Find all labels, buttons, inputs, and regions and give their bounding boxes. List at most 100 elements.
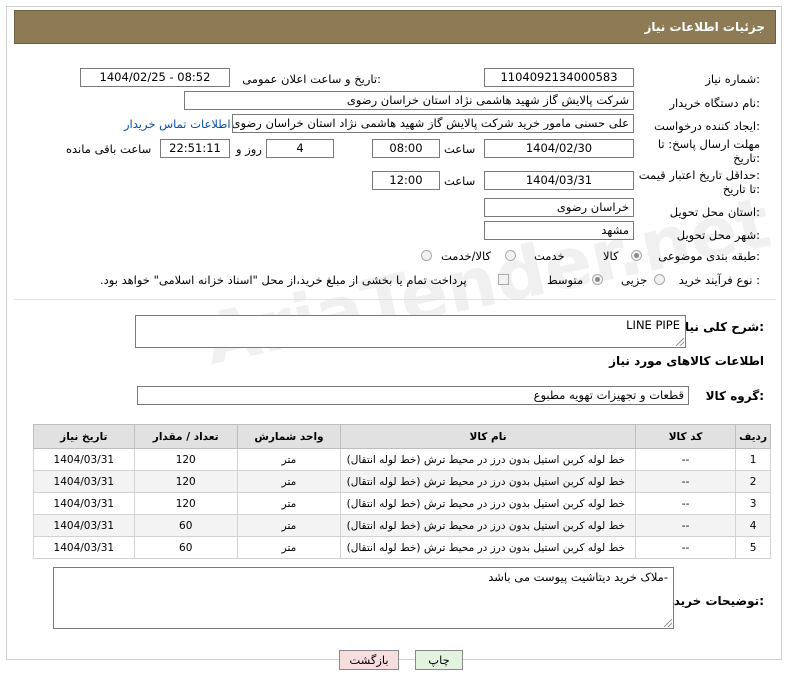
reply-deadline-label: مهلت ارسال پاسخ: تا [657,137,760,151]
item-name: خط لوله کربن استیل بدون درز در محیط ترش … [340,470,637,493]
row-number: 1 [735,448,771,471]
buyer-org-field: شرکت پالایش گاز شهید هاشمی نژاد استان خر… [184,91,634,110]
price-validity-time-field: 12:00 [372,171,440,190]
general-description-text: LINE PIPE [626,318,680,332]
item-need-date: 1404/03/31 [33,470,135,493]
divider [14,299,776,300]
item-name: خط لوله کربن استیل بدون درز در محیط ترش … [340,536,637,559]
row-number: 3 [735,492,771,515]
row-number: 5 [735,536,771,559]
item-name: خط لوله کربن استیل بدون درز در محیط ترش … [340,514,637,537]
price-validity-time-label: ساعت [444,174,476,188]
col-header-need-date: تاریخ نیاز [33,424,135,449]
days-label: روز و [236,142,262,156]
purchase-process-label: نوع فرآیند خرید : [678,273,760,287]
delivery-city-label: شهر محل تحویل: [676,228,760,242]
col-header-item-code: کد کالا [635,424,737,449]
item-need-date: 1404/03/31 [33,492,135,515]
reply-date-field: 1404/02/30 [484,139,634,158]
process-minor-label: جزیی [621,273,648,287]
process-minor-radio[interactable] [654,274,665,285]
category-goods-service-radio[interactable] [421,250,432,261]
category-goods-label: کالا [603,249,619,263]
general-description-label: شرح کلی نیاز: [678,320,764,334]
general-description-field[interactable]: LINE PIPE [135,315,686,348]
item-unit: متر [236,470,342,493]
row-number: 4 [735,514,771,537]
table-row: 5 -- خط لوله کربن استیل بدون درز در محیط… [33,536,771,559]
item-unit: متر [236,448,342,471]
announce-datetime-label: تاریخ و ساعت اعلان عمومی: [242,72,381,86]
item-code: -- [635,536,737,559]
delivery-province-label: استان محل تحویل: [669,205,760,219]
need-number-field: 1104092134000583 [484,68,634,87]
goods-table: ردیف کد کالا نام کالا واحد شمارش تعداد /… [33,424,771,559]
table-row: 1 -- خط لوله کربن استیل بدون درز در محیط… [33,448,771,471]
category-goods-radio[interactable] [631,250,642,261]
treasury-bonds-checkbox[interactable] [498,274,509,285]
delivery-city-field: مشهد [484,221,634,240]
reply-time-label: ساعت [444,142,476,156]
process-medium-radio[interactable] [592,274,603,285]
page-title: جزئیات اطلاعات نیاز [644,20,765,34]
item-need-date: 1404/03/31 [33,514,135,537]
item-unit: متر [236,514,342,537]
col-header-unit: واحد شمارش [236,424,342,449]
buyer-notes-text: -ملاک خرید دیتاشیت پیوست می باشد [488,570,668,584]
requester-field: علی حسنی مامور خرید شرکت پالایش گاز شهید… [232,114,634,133]
treasury-bonds-note: پرداخت تمام یا بخشی از مبلغ خرید،از محل … [100,273,467,287]
category-label: طبقه بندی موضوعی: [658,249,760,263]
item-need-date: 1404/03/31 [33,448,135,471]
item-unit: متر [236,492,342,515]
price-validity-date-field: 1404/03/31 [484,171,634,190]
category-goods-service-label: کالا/خدمت [441,249,492,263]
table-row: 3 -- خط لوله کربن استیل بدون درز در محیط… [33,492,771,515]
buyer-contact-link[interactable]: اطلاعات تماس خریدار [124,117,231,131]
item-name: خط لوله کربن استیل بدون درز در محیط ترش … [340,448,637,471]
resize-handle-icon[interactable] [664,619,672,627]
announce-datetime-field: 1404/02/25 - 08:52 [80,68,230,87]
days-remaining-field: 4 [266,139,334,158]
item-quantity: 120 [133,448,238,471]
item-code: -- [635,470,737,493]
remaining-time-field: 22:51:11 [160,139,230,158]
buyer-org-label: نام دستگاه خریدار: [669,96,760,110]
table-header-row: ردیف کد کالا نام کالا واحد شمارش تعداد /… [33,424,771,449]
item-quantity: 60 [133,514,238,537]
category-service-radio[interactable] [505,250,516,261]
col-header-item-name: نام کالا [340,424,637,449]
item-quantity: 120 [133,470,238,493]
row-number: 2 [735,470,771,493]
table-row: 4 -- خط لوله کربن استیل بدون درز در محیط… [33,514,771,537]
goods-group-field: قطعات و تجهیزات تهویه مطبوع [137,386,689,405]
item-code: -- [635,492,737,515]
col-header-quantity: تعداد / مقدار [133,424,238,449]
reply-time-field: 08:00 [372,139,440,158]
process-medium-label: متوسط [547,273,584,287]
price-validity-label: حداقل تاریخ اعتبار قیمت: [638,168,760,182]
item-quantity: 120 [133,492,238,515]
page-header: جزئیات اطلاعات نیاز [14,10,776,44]
goods-group-label: گروه کالا: [705,389,764,403]
resize-handle-icon[interactable] [676,338,684,346]
table-row: 2 -- خط لوله کربن استیل بدون درز در محیط… [33,470,771,493]
goods-section-title: اطلاعات کالاهای مورد نیاز [609,354,764,368]
item-name: خط لوله کربن استیل بدون درز در محیط ترش … [340,492,637,515]
requester-label: ایجاد کننده درخواست: [654,119,760,133]
remaining-time-label: ساعت باقی مانده [66,142,152,156]
reply-deadline-label-date: تاریخ: [733,151,760,165]
item-quantity: 60 [133,536,238,559]
buyer-notes-field[interactable]: -ملاک خرید دیتاشیت پیوست می باشد [53,567,674,629]
item-unit: متر [236,536,342,559]
col-header-row-number: ردیف [735,424,771,449]
category-service-label: خدمت [534,249,565,263]
delivery-province-field: خراسان رضوی [484,198,634,217]
price-validity-label-date: تا تاریخ: [722,182,760,196]
print-button[interactable]: چاپ [415,650,463,670]
item-need-date: 1404/03/31 [33,536,135,559]
item-code: -- [635,448,737,471]
buyer-notes-label: توضیحات خریدار: [662,594,764,608]
back-button[interactable]: بازگشت [339,650,399,670]
need-number-label: شماره نیاز: [705,72,760,86]
item-code: -- [635,514,737,537]
